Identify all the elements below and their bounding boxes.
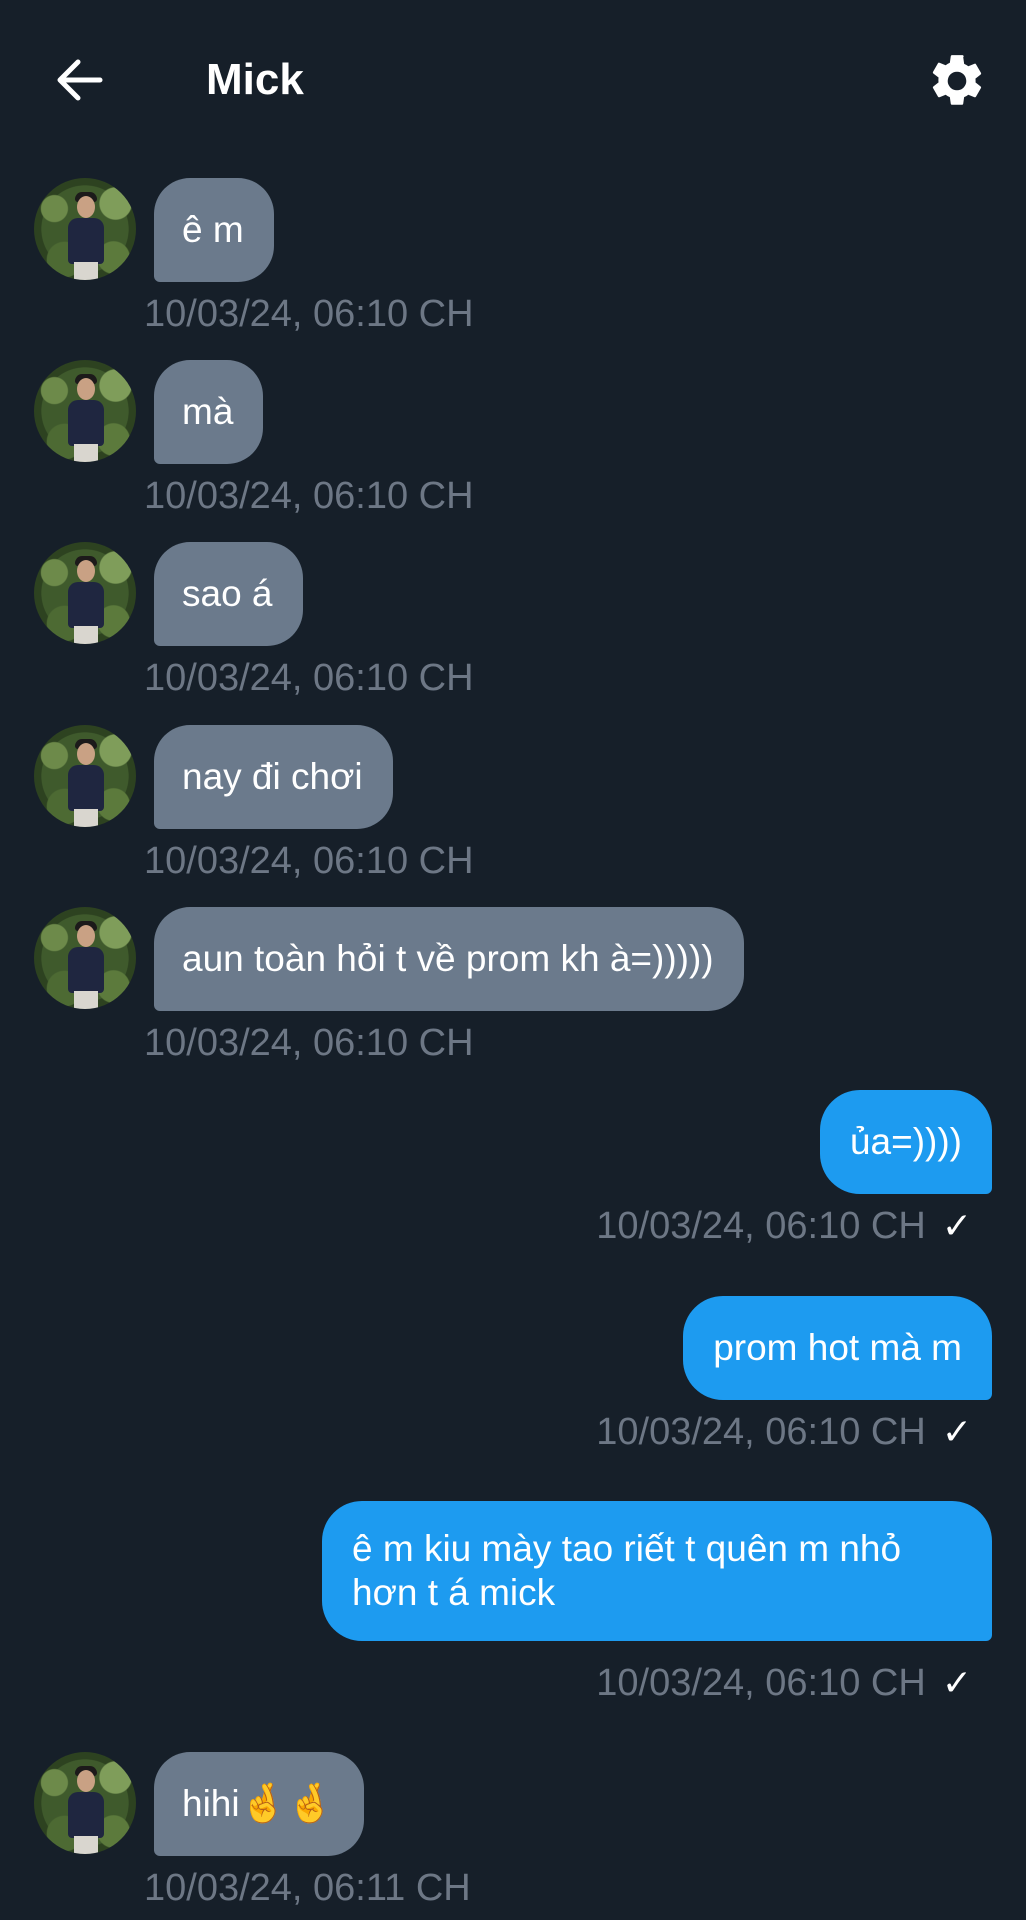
message-bubble[interactable]: ê m kiu mày tao riết t quên m nhỏ hơn t … (322, 1501, 992, 1641)
chat-header: Mick (0, 0, 1026, 160)
message-timestamp: 10/03/24, 06:10 CH (144, 475, 474, 517)
message-bubble[interactable]: sao á (154, 542, 303, 646)
avatar[interactable] (34, 1752, 136, 1854)
avatar[interactable] (34, 725, 136, 827)
message-timestamp: 10/03/24, 06:11 CH (144, 1867, 471, 1909)
message-timestamp: 10/03/24, 06:10 CH (144, 657, 474, 699)
crossed-fingers-emoji: 🤞🤞 (239, 1783, 335, 1825)
message-meta: 10/03/24, 06:10 CH ✓ (596, 1661, 972, 1705)
message-meta: 10/03/24, 06:10 CH ✓ (596, 1204, 972, 1248)
message-bubble[interactable]: aun toàn hỏi t về prom kh à=))))) (154, 907, 744, 1011)
message-bubble[interactable]: ủa=)))) (819, 1090, 992, 1194)
message-timestamp: 10/03/24, 06:10 CH (596, 1662, 926, 1704)
message-timestamp: 10/03/24, 06:10 CH (144, 1022, 474, 1064)
message-meta: 10/03/24, 06:10 CH ✓ (596, 1410, 972, 1454)
message-timestamp: 10/03/24, 06:10 CH (144, 293, 474, 335)
check-icon: ✓ (941, 1205, 972, 1246)
avatar[interactable] (34, 542, 136, 644)
settings-button[interactable] (926, 50, 988, 112)
message-timestamp: 10/03/24, 06:10 CH (144, 840, 474, 882)
message-bubble[interactable]: hihi🤞🤞 (154, 1752, 365, 1856)
contact-name[interactable]: Mick (206, 50, 304, 110)
message-timestamp: 10/03/24, 06:10 CH (596, 1411, 926, 1453)
message-text: hihi (182, 1783, 240, 1824)
message-bubble[interactable]: prom hot mà m (683, 1296, 992, 1400)
message-bubble[interactable]: nay đi chơi (154, 725, 393, 829)
gear-icon (932, 55, 982, 105)
check-icon: ✓ (941, 1662, 972, 1703)
check-icon: ✓ (941, 1411, 972, 1452)
avatar[interactable] (34, 360, 136, 462)
back-button[interactable] (50, 50, 110, 110)
message-bubble[interactable]: ê m (154, 178, 274, 282)
avatar[interactable] (34, 907, 136, 1009)
arrow-left-icon (57, 59, 103, 101)
message-bubble[interactable]: mà (154, 360, 264, 464)
avatar[interactable] (34, 178, 136, 280)
message-timestamp: 10/03/24, 06:10 CH (596, 1205, 926, 1247)
